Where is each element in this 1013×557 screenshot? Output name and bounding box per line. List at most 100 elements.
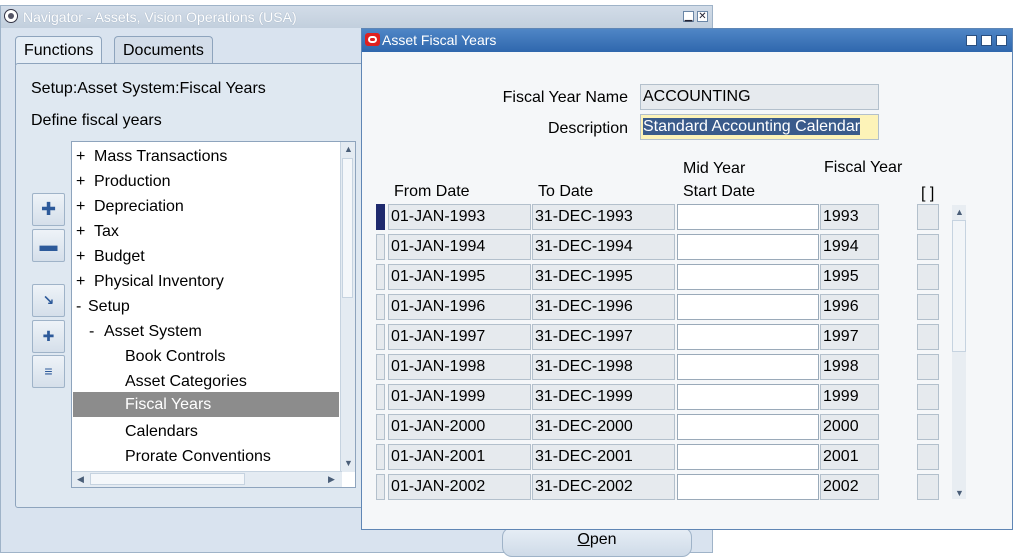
scroll-thumb[interactable]	[952, 220, 966, 352]
from-date-field[interactable]: 01-JAN-1994	[388, 234, 531, 260]
fiscal-year-field[interactable]: 2001	[820, 444, 879, 470]
expand-branch-icon[interactable]: ↘	[32, 284, 65, 317]
tree-item[interactable]: + Mass Transactions	[74, 144, 227, 169]
close-icon[interactable]	[996, 35, 1007, 46]
flexfield-cell[interactable]	[917, 324, 939, 350]
scroll-down-icon[interactable]: ▼	[955, 488, 964, 498]
tree-expander[interactable]: +	[74, 219, 94, 244]
scroll-left-icon[interactable]: ◀	[77, 474, 84, 485]
to-date-field[interactable]: 31-DEC-2000	[532, 414, 675, 440]
tree-item[interactable]: + Physical Inventory	[74, 269, 224, 294]
scroll-down-icon[interactable]: ▼	[344, 458, 353, 468]
from-date-field[interactable]: 01-JAN-1999	[388, 384, 531, 410]
to-date-field[interactable]: 31-DEC-1995	[532, 264, 675, 290]
to-date-field[interactable]: 31-DEC-1993	[532, 204, 675, 230]
row-indicator[interactable]	[376, 474, 385, 500]
scroll-right-icon[interactable]: ▶	[328, 474, 335, 485]
fiscal-year-field[interactable]: 1997	[820, 324, 879, 350]
tree-item[interactable]: Prorate Conventions	[125, 444, 271, 469]
maximize-icon[interactable]	[981, 35, 992, 46]
tree-item-selected[interactable]: Fiscal Years	[73, 392, 339, 417]
from-date-field[interactable]: 01-JAN-2001	[388, 444, 531, 470]
from-date-field[interactable]: 01-JAN-1996	[388, 294, 531, 320]
from-date-field[interactable]: 01-JAN-1998	[388, 354, 531, 380]
scroll-thumb[interactable]	[342, 158, 353, 298]
mid-year-start-date-field[interactable]	[677, 474, 819, 500]
flexfield-cell[interactable]	[917, 444, 939, 470]
tree-item[interactable]: Book Controls	[125, 344, 226, 369]
tree-item[interactable]: - Setup	[74, 294, 130, 319]
scroll-up-icon[interactable]: ▲	[955, 207, 964, 217]
mid-year-start-date-field[interactable]	[677, 294, 819, 320]
fiscal-year-field[interactable]: 1999	[820, 384, 879, 410]
tree-item[interactable]: - Asset System	[89, 319, 202, 344]
flexfield-cell[interactable]	[917, 354, 939, 380]
minimize-icon[interactable]: ▁	[683, 11, 694, 22]
collapse-all-icon[interactable]: ≡	[32, 355, 65, 388]
fiscal-year-field[interactable]: 1994	[820, 234, 879, 260]
flexfield-cell[interactable]	[917, 474, 939, 500]
row-indicator[interactable]	[376, 204, 385, 230]
scroll-up-icon[interactable]: ▲	[344, 144, 353, 154]
from-date-field[interactable]: 01-JAN-1995	[388, 264, 531, 290]
fiscal-year-field[interactable]: 1995	[820, 264, 879, 290]
tree-expander[interactable]: +	[74, 144, 94, 169]
scroll-thumb[interactable]	[90, 473, 245, 485]
tree-expander[interactable]: +	[74, 194, 94, 219]
row-indicator[interactable]	[376, 354, 385, 380]
to-date-field[interactable]: 31-DEC-2001	[532, 444, 675, 470]
mid-year-start-date-field[interactable]	[677, 444, 819, 470]
tree-item[interactable]: + Tax	[74, 219, 119, 244]
flexfield-cell[interactable]	[917, 264, 939, 290]
mid-year-start-date-field[interactable]	[677, 324, 819, 350]
to-date-field[interactable]: 31-DEC-1998	[532, 354, 675, 380]
fiscal-year-name-field[interactable]: ACCOUNTING	[640, 84, 879, 110]
tree-item[interactable]: + Depreciation	[74, 194, 184, 219]
tree-expander[interactable]: -	[74, 294, 88, 319]
fiscal-year-field[interactable]: 1998	[820, 354, 879, 380]
fiscal-years-titlebar[interactable]: Asset Fiscal Years	[362, 29, 1012, 52]
tree-expander[interactable]: +	[74, 244, 94, 269]
fiscal-year-field[interactable]: 2000	[820, 414, 879, 440]
row-indicator[interactable]	[376, 384, 385, 410]
tab-functions[interactable]: Functions	[15, 36, 103, 65]
from-date-field[interactable]: 01-JAN-2000	[388, 414, 531, 440]
from-date-field[interactable]: 01-JAN-1997	[388, 324, 531, 350]
mid-year-start-date-field[interactable]	[677, 354, 819, 380]
row-indicator[interactable]	[376, 234, 385, 260]
row-indicator[interactable]	[376, 444, 385, 470]
mid-year-start-date-field[interactable]	[677, 414, 819, 440]
tree-item[interactable]: + Production	[74, 169, 171, 194]
descriptive-flexfield-header[interactable]: [ ]	[921, 185, 934, 203]
mid-year-start-date-field[interactable]	[677, 204, 819, 230]
flexfield-cell[interactable]	[917, 204, 939, 230]
from-date-field[interactable]: 01-JAN-1993	[388, 204, 531, 230]
to-date-field[interactable]: 31-DEC-2002	[532, 474, 675, 500]
to-date-field[interactable]: 31-DEC-1997	[532, 324, 675, 350]
tree-vertical-scrollbar[interactable]: ▲ ▼	[340, 142, 355, 472]
mid-year-start-date-field[interactable]	[677, 234, 819, 260]
to-date-field[interactable]: 31-DEC-1999	[532, 384, 675, 410]
row-indicator[interactable]	[376, 294, 385, 320]
tree-expander[interactable]: +	[74, 169, 94, 194]
collapse-icon[interactable]: ▬	[32, 229, 65, 262]
from-date-field[interactable]: 01-JAN-2002	[388, 474, 531, 500]
expand-icon[interactable]: ✚	[32, 193, 65, 226]
close-icon[interactable]: ✕	[697, 11, 708, 22]
to-date-field[interactable]: 31-DEC-1994	[532, 234, 675, 260]
function-tree[interactable]: + Mass Transactions + Production + Deprecia…	[71, 141, 356, 488]
tree-item[interactable]: Calendars	[125, 419, 198, 444]
tree-item[interactable]: + Budget	[74, 244, 145, 269]
flexfield-cell[interactable]	[917, 234, 939, 260]
tree-horizontal-scrollbar[interactable]: ◀ ▶	[72, 471, 342, 487]
tree-item[interactable]: Asset Categories	[125, 369, 247, 394]
fiscal-year-field[interactable]: 2002	[820, 474, 879, 500]
mid-year-start-date-field[interactable]	[677, 264, 819, 290]
tree-expander[interactable]: -	[89, 319, 104, 344]
mid-year-start-date-field[interactable]	[677, 384, 819, 410]
flexfield-cell[interactable]	[917, 294, 939, 320]
flexfield-cell[interactable]	[917, 384, 939, 410]
flexfield-cell[interactable]	[917, 414, 939, 440]
fiscal-year-field[interactable]: 1993	[820, 204, 879, 230]
navigator-titlebar[interactable]: Navigator - Assets, Vision Operations (U…	[1, 6, 712, 28]
